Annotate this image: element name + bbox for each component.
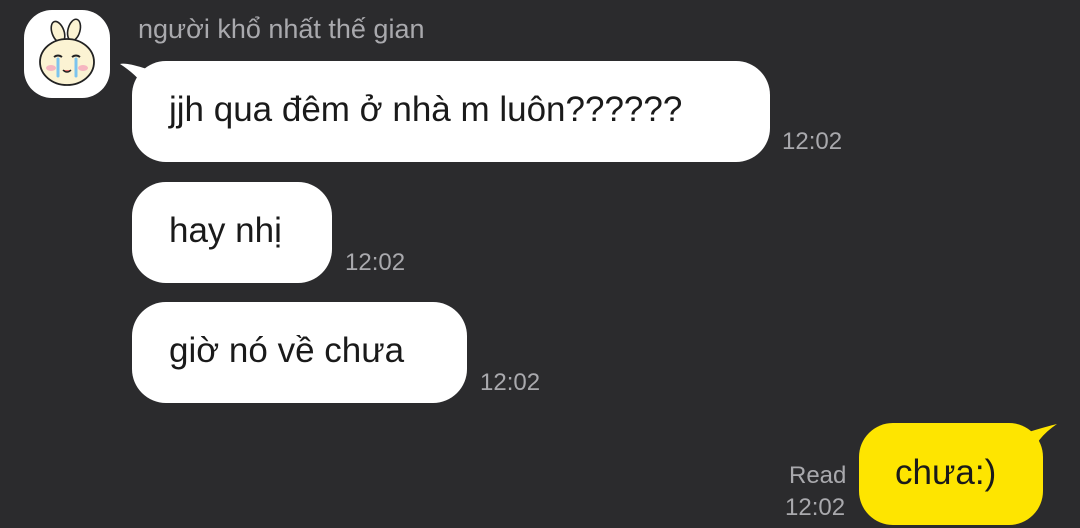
sender-name: người khổ nhất thế gian	[138, 14, 425, 44]
crying-bunny-avatar-icon	[39, 18, 95, 86]
chat-thread: người khổ nhất thế gian jjh qua đêm ở nh…	[0, 0, 1080, 528]
message-text: hay nhị	[169, 211, 282, 250]
message-bubble-incoming[interactable]: hay nhị	[132, 182, 332, 283]
message-timestamp: 12:02	[782, 128, 843, 155]
sender-avatar[interactable]	[24, 10, 110, 98]
message-bubble-outgoing[interactable]: chưa:)	[859, 423, 1043, 525]
message-timestamp: 12:02	[785, 494, 846, 521]
message-bubble-incoming[interactable]: jjh qua đêm ở nhà m luôn??????	[132, 61, 770, 162]
message-bubble-incoming[interactable]: giờ nó về chưa	[132, 302, 467, 403]
message-timestamp: 12:02	[345, 249, 406, 276]
message-text: jjh qua đêm ở nhà m luôn??????	[169, 90, 683, 129]
message-text: chưa:)	[895, 453, 997, 492]
message-timestamp: 12:02	[480, 369, 541, 396]
message-text: giờ nó về chưa	[169, 331, 405, 370]
read-status: Read	[789, 462, 847, 489]
